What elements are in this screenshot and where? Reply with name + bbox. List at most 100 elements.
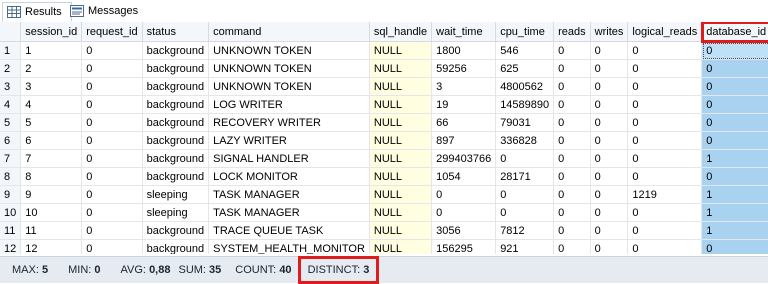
cell-command[interactable]: RECOVERY WRITER [208, 113, 370, 132]
tab-results[interactable]: Results [2, 2, 72, 22]
cell-request-id[interactable]: 0 [81, 221, 143, 240]
cell-sql-handle[interactable]: NULL [369, 95, 433, 114]
cell-sql-handle[interactable]: NULL [369, 185, 433, 204]
cell-status[interactable]: background [142, 221, 210, 240]
cell-command[interactable]: UNKNOWN TOKEN [208, 59, 370, 78]
cell-cpu-time[interactable]: 4800562 [495, 77, 555, 96]
cell-command[interactable]: UNKNOWN TOKEN [208, 77, 370, 96]
table-row[interactable]: 10 10 0 sleeping TASK MANAGER NULL 0 0 0 0 0 1 [0, 203, 768, 222]
cell-request-id[interactable]: 0 [81, 149, 143, 168]
row-number[interactable]: 10 [0, 203, 22, 222]
table-row[interactable]: 5 5 0 background RECOVERY WRITER NULL 66 79031 0… [0, 113, 768, 132]
column-header-sql-handle[interactable]: sql_handle [369, 22, 433, 42]
cell-request-id[interactable]: 0 [81, 41, 143, 60]
cell-command[interactable]: LAZY WRITER [208, 131, 370, 150]
cell-status[interactable]: background [142, 239, 210, 254]
table-row[interactable]: 4 4 0 background LOG WRITER NULL 19 14589890 0 0 0… [0, 95, 768, 114]
cell-status[interactable]: sleeping [142, 185, 210, 204]
row-number[interactable]: 11 [0, 221, 22, 240]
cell-cpu-time[interactable]: 0 [495, 149, 555, 168]
cell-reads[interactable]: 0 [553, 239, 591, 254]
cell-cpu-time[interactable]: 0 [495, 203, 555, 222]
row-number[interactable]: 1 [0, 41, 22, 60]
cell-wait-time[interactable]: 66 [431, 113, 497, 132]
column-header-writes[interactable]: writes [590, 22, 629, 42]
table-row[interactable]: 11 11 0 background TRACE QUEUE TASK NULL 3056 7… [0, 221, 768, 240]
table-row[interactable]: 12 12 0 background SYSTEM_HEALTH_MONITOR NULL… [0, 239, 768, 254]
cell-session-id[interactable]: 9 [20, 185, 83, 204]
cell-database-id[interactable]: 0 [701, 113, 768, 132]
cell-status[interactable]: background [142, 113, 210, 132]
column-header-wait-time[interactable]: wait_time [431, 22, 497, 42]
table-row[interactable]: 7 7 0 background SIGNAL HANDLER NULL 299403766… [0, 149, 768, 168]
cell-writes[interactable]: 0 [590, 185, 629, 204]
column-header-cpu-time[interactable]: cpu_time [495, 22, 555, 42]
cell-logical-reads[interactable]: 0 [627, 131, 703, 150]
row-number[interactable]: 3 [0, 77, 22, 96]
cell-wait-time[interactable]: 1054 [431, 167, 497, 186]
cell-wait-time[interactable]: 3056 [431, 221, 497, 240]
cell-sql-handle[interactable]: NULL [369, 59, 433, 78]
cell-sql-handle[interactable]: NULL [369, 113, 433, 132]
cell-status[interactable]: background [142, 167, 210, 186]
tab-messages[interactable]: Messages [66, 2, 152, 20]
cell-command[interactable]: UNKNOWN TOKEN [208, 41, 370, 60]
cell-command[interactable]: TASK MANAGER [208, 185, 370, 204]
cell-sql-handle[interactable]: NULL [369, 203, 433, 222]
cell-writes[interactable]: 0 [590, 113, 629, 132]
cell-status[interactable]: background [142, 77, 210, 96]
cell-command[interactable]: SYSTEM_HEALTH_MONITOR [208, 239, 370, 254]
column-header-logical-reads[interactable]: logical_reads [627, 22, 703, 42]
column-header-session-id[interactable]: session_id [20, 22, 83, 42]
cell-request-id[interactable]: 0 [81, 185, 143, 204]
cell-wait-time[interactable]: 897 [431, 131, 497, 150]
table-row[interactable]: 9 9 0 sleeping TASK MANAGER NULL 0 0 0 0 1219 1 [0, 185, 768, 204]
cell-logical-reads[interactable]: 0 [627, 239, 703, 254]
cell-wait-time[interactable]: 299403766 [431, 149, 497, 168]
cell-reads[interactable]: 0 [553, 113, 591, 132]
cell-reads[interactable]: 0 [553, 131, 591, 150]
cell-logical-reads[interactable]: 0 [627, 41, 703, 60]
cell-session-id[interactable]: 7 [20, 149, 83, 168]
column-header-reads[interactable]: reads [553, 22, 591, 42]
cell-request-id[interactable]: 0 [81, 95, 143, 114]
results-grid[interactable]: session_id request_id status command sql_han… [0, 22, 768, 254]
cell-database-id[interactable]: 1 [701, 149, 768, 168]
cell-request-id[interactable]: 0 [81, 131, 143, 150]
cell-writes[interactable]: 0 [590, 203, 629, 222]
cell-status[interactable]: background [142, 41, 210, 60]
cell-cpu-time[interactable]: 0 [495, 185, 555, 204]
cell-database-id[interactable]: 1 [701, 203, 768, 222]
cell-session-id[interactable]: 1 [20, 41, 83, 60]
cell-request-id[interactable]: 0 [81, 113, 143, 132]
cell-cpu-time[interactable]: 7812 [495, 221, 555, 240]
cell-database-id[interactable]: 1 [701, 221, 768, 240]
cell-reads[interactable]: 0 [553, 167, 591, 186]
cell-logical-reads[interactable]: 0 [627, 95, 703, 114]
cell-database-id[interactable]: 0 [701, 167, 768, 186]
cell-logical-reads[interactable]: 0 [627, 167, 703, 186]
cell-cpu-time[interactable]: 625 [495, 59, 555, 78]
cell-database-id[interactable]: 0 [701, 77, 768, 96]
row-number-header[interactable] [0, 22, 22, 42]
cell-logical-reads[interactable]: 0 [627, 221, 703, 240]
cell-reads[interactable]: 0 [553, 41, 591, 60]
cell-command[interactable]: SIGNAL HANDLER [208, 149, 370, 168]
cell-writes[interactable]: 0 [590, 59, 629, 78]
cell-wait-time[interactable]: 19 [431, 95, 497, 114]
cell-cpu-time[interactable]: 921 [495, 239, 555, 254]
row-number[interactable]: 8 [0, 167, 22, 186]
table-row[interactable]: 3 3 0 background UNKNOWN TOKEN NULL 3 4800562 0 0… [0, 77, 768, 96]
cell-reads[interactable]: 0 [553, 185, 591, 204]
row-number[interactable]: 12 [0, 239, 22, 254]
cell-logical-reads[interactable]: 0 [627, 77, 703, 96]
cell-status[interactable]: background [142, 131, 210, 150]
cell-reads[interactable]: 0 [553, 95, 591, 114]
cell-database-id[interactable]: 0 [701, 59, 768, 78]
cell-cpu-time[interactable]: 14589890 [495, 95, 555, 114]
column-header-status[interactable]: status [142, 22, 210, 42]
cell-reads[interactable]: 0 [553, 77, 591, 96]
cell-request-id[interactable]: 0 [81, 203, 143, 222]
cell-reads[interactable]: 0 [553, 149, 591, 168]
cell-writes[interactable]: 0 [590, 221, 629, 240]
